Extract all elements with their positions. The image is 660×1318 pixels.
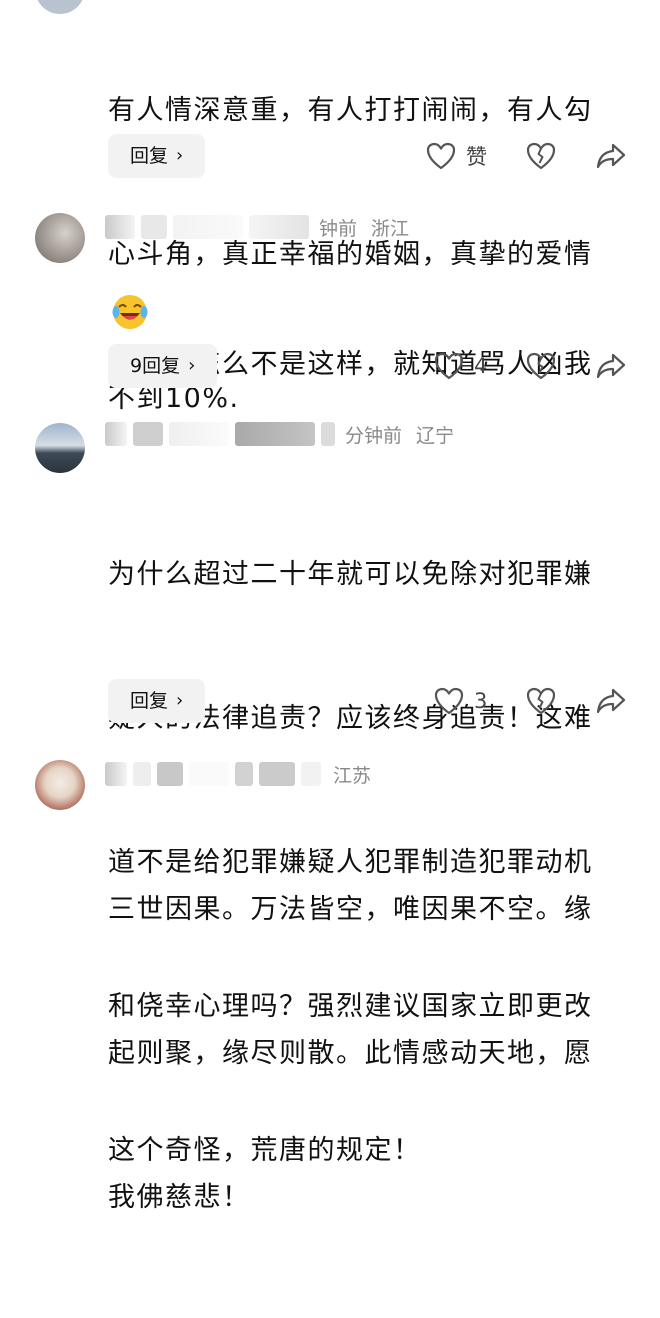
avatar[interactable] — [35, 423, 85, 473]
comment-actions: 3 — [420, 679, 640, 723]
broken-heart-icon — [526, 142, 556, 170]
heart-outline-icon — [434, 687, 464, 715]
share-button[interactable] — [596, 134, 626, 178]
comment-2: 钟前 浙江 我老公怎么不是这样，就知道骂人凶我 9回复 › 4 — [0, 200, 660, 410]
share-arrow-icon — [596, 143, 626, 169]
username-blurred — [321, 422, 335, 446]
username-blurred — [133, 762, 151, 786]
like-count: 4 — [474, 354, 488, 378]
comment-meta: 钟前 浙江 — [105, 212, 409, 242]
crying-laughing-emoji — [112, 295, 148, 329]
comment-meta: 分钟前 辽宁 — [105, 419, 454, 449]
comment-location: 辽宁 — [416, 424, 455, 447]
username-blurred — [157, 762, 183, 786]
username-blurred[interactable] — [105, 762, 127, 786]
username-blurred — [249, 215, 309, 239]
comment-line: 为什么超过二十年就可以免除对犯罪嫌 — [108, 559, 593, 590]
comment-4: 江苏 三世因果。万法皆空，唯因果不空。缘 起则聚，缘尽则散。此情感动天地，愿 我… — [0, 750, 660, 1213]
share-button[interactable] — [596, 344, 626, 388]
username-blurred[interactable] — [105, 422, 127, 446]
like-count: 3 — [474, 689, 488, 713]
reply-label: 回复 — [130, 690, 169, 712]
username-blurred[interactable] — [105, 215, 135, 239]
like-button[interactable]: 赞 — [426, 134, 487, 178]
broken-heart-icon — [526, 687, 556, 715]
chevron-right-icon: › — [188, 355, 196, 376]
username-blurred — [169, 422, 229, 446]
username-blurred — [259, 762, 295, 786]
reply-button[interactable]: 回复 › — [108, 134, 206, 178]
heart-outline-icon — [434, 352, 464, 380]
username-blurred — [173, 215, 243, 239]
share-button[interactable] — [596, 679, 626, 723]
avatar[interactable] — [35, 213, 85, 263]
dislike-button[interactable] — [526, 134, 556, 178]
broken-heart-icon — [526, 352, 556, 380]
comment-meta: 江苏 — [105, 759, 371, 789]
comment-line: 起则聚，缘尽则散。此情感动天地，愿 — [108, 1038, 593, 1069]
reply-label: 9回复 — [130, 355, 181, 377]
like-label: 赞 — [466, 145, 487, 169]
reply-button[interactable]: 回复 › — [108, 679, 206, 723]
comment-line: 有人情深意重，有人打打闹闹，有人勾 — [108, 95, 593, 126]
reply-button[interactable]: 9回复 › — [108, 344, 218, 388]
heart-outline-icon — [426, 142, 456, 170]
comment-1: 有人情深意重，有人打打闹闹，有人勾 心斗角，真正幸福的婚姻，真挚的爱情 不到10… — [0, 0, 660, 414]
comment-location: 江苏 — [333, 764, 372, 787]
avatar[interactable] — [35, 760, 85, 810]
comment-time: 分钟前 — [345, 424, 403, 447]
avatar[interactable] — [35, 0, 85, 14]
username-blurred — [141, 215, 167, 239]
dislike-button[interactable] — [526, 679, 556, 723]
comment-line: 我佛慈悲！ — [108, 1182, 251, 1213]
chevron-right-icon: › — [176, 690, 184, 711]
like-button[interactable]: 3 — [434, 679, 487, 723]
chevron-right-icon: › — [176, 145, 184, 166]
username-blurred — [235, 762, 253, 786]
comment-line: 三世因果。万法皆空，唯因果不空。缘 — [108, 894, 593, 925]
username-blurred — [189, 762, 229, 786]
comment-location: 浙江 — [371, 217, 410, 240]
username-blurred — [235, 422, 315, 446]
username-blurred — [301, 762, 321, 786]
share-arrow-icon — [596, 353, 626, 379]
comment-actions: 4 — [420, 344, 640, 388]
comment-3: 分钟前 辽宁 为什么超过二十年就可以免除对犯罪嫌 疑人的法律追责？应该终身追责！… — [0, 410, 660, 1166]
dislike-button[interactable] — [526, 344, 556, 388]
like-button[interactable]: 4 — [434, 344, 487, 388]
username-blurred — [133, 422, 163, 446]
reply-label: 回复 — [130, 145, 169, 167]
comment-actions: 赞 — [420, 134, 640, 178]
comment-time: 钟前 — [319, 217, 358, 240]
comment-text: 三世因果。万法皆空，唯因果不空。缘 起则聚，缘尽则散。此情感动天地，愿 我佛慈悲… — [108, 790, 638, 1318]
share-arrow-icon — [596, 688, 626, 714]
